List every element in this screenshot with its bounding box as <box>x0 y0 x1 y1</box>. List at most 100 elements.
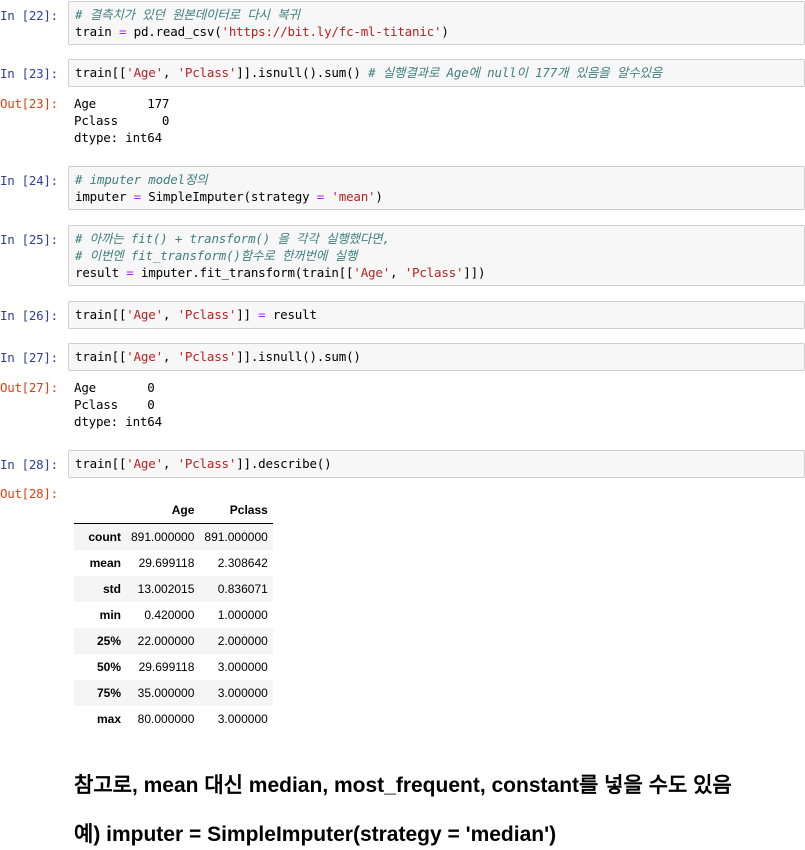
code-input-24[interactable]: # imputer model정의 imputer = SimpleImpute… <box>68 166 805 210</box>
in-prompt-25: In [25]: <box>0 232 58 247</box>
code-comment: # 아까는 fit() + transform() 을 각각 실행했다면, <box>75 231 390 246</box>
table-row: 25% 22.000000 2.000000 <box>74 628 273 654</box>
code-token: 'mean' <box>331 189 376 204</box>
table-row: min 0.420000 1.000000 <box>74 602 273 628</box>
row-label: 50% <box>96 660 121 674</box>
table-cell: 2.000000 <box>217 634 268 648</box>
code-comment: # 실행결과로 Age에 null이 177개 있음을 알수있음 <box>368 65 663 80</box>
code-input-22[interactable]: # 결측치가 있던 원본데이터로 다시 복귀 train = pd.read_c… <box>68 1 805 45</box>
code-token: train[[ <box>75 65 127 80</box>
table-row: 75% 35.000000 3.000000 <box>74 680 273 706</box>
row-label: 75% <box>96 686 121 700</box>
table-header-row: Age Pclass <box>74 497 273 524</box>
code-token: train[[ <box>75 307 127 322</box>
code-token: = <box>133 189 142 204</box>
table-row: max 80.000000 3.000000 <box>74 706 273 732</box>
code-token: train[[ <box>75 349 127 364</box>
code-token: ]].isnull().sum() <box>236 65 369 80</box>
table-cell: 0.836071 <box>217 582 268 596</box>
code-token: ]] <box>236 307 259 322</box>
table-cell: 3.000000 <box>217 660 268 674</box>
table-cell: 29.699118 <box>138 660 195 674</box>
in-prompt-28: In [28]: <box>0 457 58 472</box>
table-cell: 1.000000 <box>217 608 268 622</box>
code-token: = <box>316 189 325 204</box>
code-token: , <box>162 349 178 364</box>
row-label: min <box>99 608 121 622</box>
table-cell: 80.000000 <box>137 712 195 726</box>
code-input-25[interactable]: # 아까는 fit() + transform() 을 각각 실행했다면, # … <box>68 225 805 286</box>
table-cell: 0.420000 <box>144 608 195 622</box>
table-cell: 13.002015 <box>137 582 195 596</box>
code-comment: # 결측치가 있던 원본데이터로 다시 복귀 <box>75 7 300 22</box>
table-cell: 3.000000 <box>217 712 268 726</box>
table-header-age: Age <box>126 497 200 524</box>
code-token: pd.read_csv( <box>126 24 222 39</box>
in-prompt-27: In [27]: <box>0 350 58 365</box>
code-token: imputer.fit_transform(train[[ <box>133 265 354 280</box>
row-label: 25% <box>96 634 121 648</box>
table-cell: 35.000000 <box>137 686 195 700</box>
code-token: 'Pclass' <box>177 307 237 322</box>
row-label: max <box>96 712 121 726</box>
code-token: 'https://bit.ly/fc-ml-titanic' <box>221 24 442 39</box>
table-header-pclass: Pclass <box>199 497 273 524</box>
output-line: Age 0 <box>74 380 155 395</box>
code-token: 'Pclass' <box>177 349 237 364</box>
in-prompt-26: In [26]: <box>0 308 58 323</box>
out-prompt-23: Out[23]: <box>0 96 58 111</box>
code-token: , <box>390 265 405 280</box>
code-token: ]].describe() <box>236 456 332 471</box>
code-token: 'Age' <box>126 456 163 471</box>
output-line: dtype: int64 <box>74 414 162 429</box>
code-comment: # imputer model정의 <box>75 172 208 187</box>
code-token: 'Age' <box>353 265 391 280</box>
code-token: result <box>265 307 317 322</box>
output-line: dtype: int64 <box>74 130 162 145</box>
row-label: std <box>103 582 121 596</box>
row-label: mean <box>89 556 121 570</box>
code-token: , <box>162 65 178 80</box>
table-cell: 891.000000 <box>131 530 195 544</box>
table-cell: 22.000000 <box>137 634 195 648</box>
out-prompt-27: Out[27]: <box>0 380 58 395</box>
code-token: result <box>75 265 127 280</box>
code-input-23[interactable]: train[['Age', 'Pclass']].isnull().sum() … <box>68 59 805 87</box>
code-token: 'Age' <box>126 349 163 364</box>
code-token: = <box>258 307 266 322</box>
code-token: ) <box>441 24 449 39</box>
table-row: std 13.002015 0.836071 <box>74 576 273 602</box>
table-row: count 891.000000 891.000000 <box>74 523 273 550</box>
code-token: 'Pclass' <box>404 265 464 280</box>
out-prompt-28: Out[28]: <box>0 486 58 501</box>
code-token: 'Age' <box>126 307 163 322</box>
note-line-2: 예) imputer = SimpleImputer(strategy = 'm… <box>74 823 557 846</box>
output-line: Pclass 0 <box>74 113 170 128</box>
table-cell: 29.699118 <box>138 556 195 570</box>
in-prompt-24: In [24]: <box>0 173 58 188</box>
code-token: 'Age' <box>126 65 163 80</box>
output-27: Age 0 Pclass 0 dtype: int64 <box>74 379 162 430</box>
code-token: , <box>162 307 178 322</box>
code-token: SimpleImputer(strategy <box>140 189 317 204</box>
table-row: mean 29.699118 2.308642 <box>74 550 273 576</box>
describe-table: Age Pclass count 891.000000 891.000000 mea… <box>74 497 273 732</box>
note-line-1: 참고로, mean 대신 median, most_frequent, cons… <box>74 774 732 797</box>
code-input-26[interactable]: train[['Age', 'Pclass']] = result <box>68 301 805 329</box>
output-line: Age 177 <box>74 96 170 111</box>
table-header-index <box>74 497 126 524</box>
code-input-28[interactable]: train[['Age', 'Pclass']].describe() <box>68 450 805 478</box>
in-prompt-23: In [23]: <box>0 66 58 81</box>
code-token: train[[ <box>75 456 127 471</box>
code-token: , <box>162 456 178 471</box>
in-prompt-22: In [22]: <box>0 8 58 23</box>
code-token: ]].isnull().sum() <box>236 349 361 364</box>
table-cell: 2.308642 <box>217 556 268 570</box>
code-token: ]]) <box>463 265 486 280</box>
code-input-27[interactable]: train[['Age', 'Pclass']].isnull().sum() <box>68 343 805 371</box>
code-token: imputer <box>75 189 134 204</box>
code-token: train <box>75 24 119 39</box>
table-cell: 3.000000 <box>217 686 268 700</box>
row-label: count <box>88 530 121 544</box>
code-comment: # 이번엔 fit_transform()함수로 한꺼번에 실행 <box>75 248 358 263</box>
